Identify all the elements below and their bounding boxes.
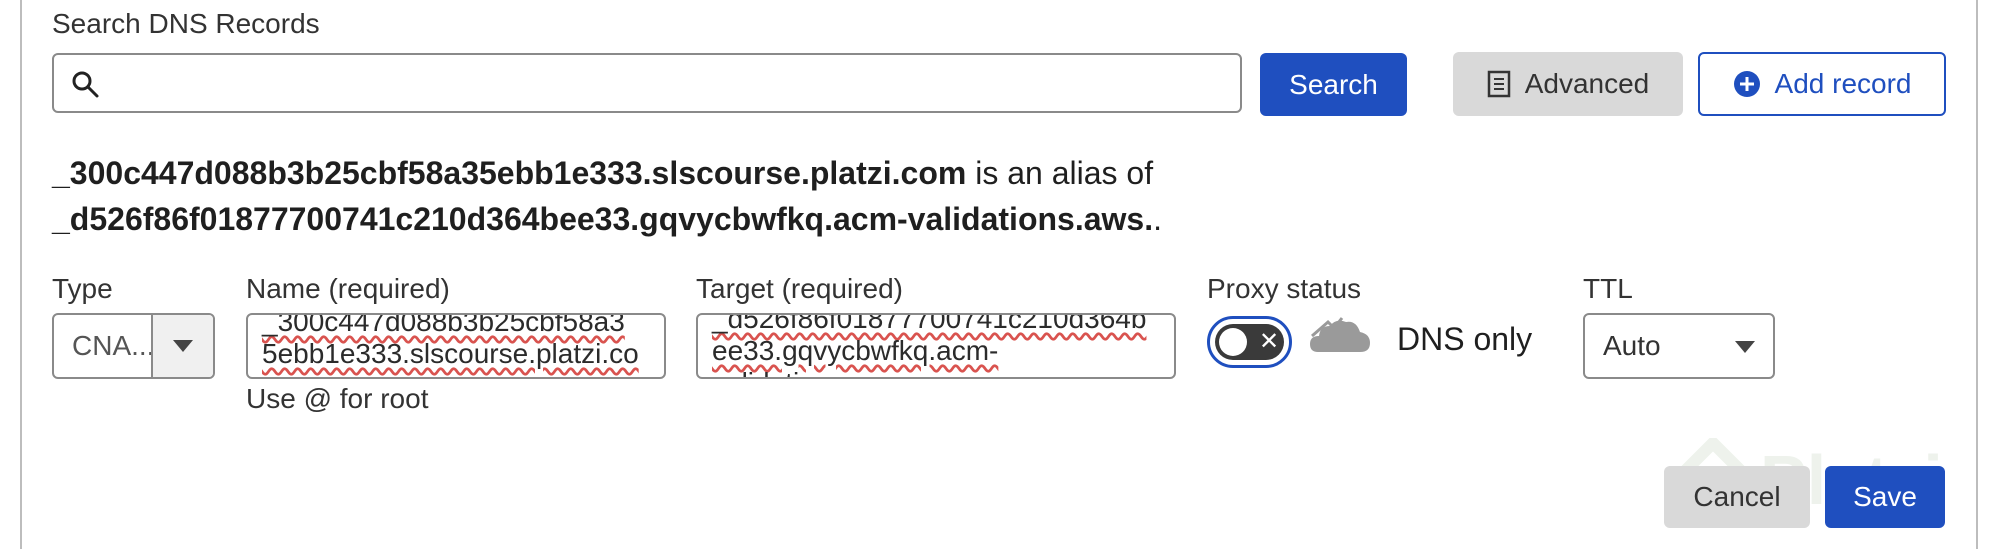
chevron-down-icon: [1735, 341, 1755, 353]
search-label: Search DNS Records: [52, 8, 320, 39]
name-input-line-1: _300c447d088b3b25cbf58a3: [262, 313, 625, 337]
type-dropdown-toggle[interactable]: [151, 315, 213, 377]
target-input-line-2: ee33.gqvycbwfkq.acm-: [712, 335, 999, 366]
search-input[interactable]: [118, 61, 1232, 107]
alias-summary: _300c447d088b3b25cbf58a35ebb1e333.slscou…: [52, 150, 1162, 242]
advanced-button[interactable]: Advanced: [1453, 52, 1683, 116]
chevron-down-icon: [173, 340, 193, 352]
alias-target: _d526f86f01877700741c210d364bee33.gqvycb…: [52, 201, 1154, 237]
type-value: CNA...: [72, 330, 155, 361]
cancel-button-label: Cancel: [1693, 481, 1781, 512]
alias-target-suffix: .: [1153, 201, 1162, 237]
type-select[interactable]: CNA...: [52, 313, 215, 379]
target-label: Target (required): [696, 273, 903, 304]
plus-circle-icon: [1733, 71, 1760, 97]
name-label: Name (required): [246, 273, 450, 304]
proxy-status-label: Proxy status: [1207, 273, 1362, 304]
search-icon: [72, 71, 99, 98]
close-icon: ✕: [1259, 328, 1280, 355]
target-input-line-3: validations.aws.: [712, 366, 910, 377]
ttl-label: TTL: [1583, 273, 1633, 304]
cloud-icon: [1310, 317, 1370, 352]
advanced-button-label: Advanced: [1524, 68, 1650, 99]
panel-right-border: [1976, 0, 1978, 549]
toggle-knob: [1219, 328, 1247, 356]
proxy-status-text: DNS only: [1397, 321, 1533, 357]
panel-left-border: [20, 0, 22, 549]
proxy-toggle-focus-ring[interactable]: ✕: [1207, 316, 1292, 368]
name-input-line-2: 5ebb1e333.slscourse.platzi.co: [262, 338, 639, 369]
search-button[interactable]: Search: [1260, 53, 1407, 116]
proxy-toggle[interactable]: ✕: [1215, 324, 1284, 360]
target-input[interactable]: _d526f86f01877700741c210d364b ee33.gqvyc…: [696, 313, 1176, 379]
name-hint: Use @ for root: [246, 383, 429, 414]
document-icon: [1487, 70, 1510, 98]
type-label: Type: [52, 273, 113, 304]
save-button[interactable]: Save: [1825, 466, 1945, 528]
ttl-value: Auto: [1603, 330, 1661, 361]
ttl-select[interactable]: Auto: [1583, 313, 1775, 379]
save-button-label: Save: [1853, 481, 1917, 512]
name-input[interactable]: _300c447d088b3b25cbf58a3 5ebb1e333.slsco…: [246, 313, 666, 379]
add-record-button-label: Add record: [1774, 68, 1912, 99]
alias-source: _300c447d088b3b25cbf58a35ebb1e333.slscou…: [52, 155, 967, 191]
add-record-button[interactable]: Add record: [1698, 52, 1946, 116]
search-box[interactable]: [52, 53, 1242, 113]
search-button-label: Search: [1289, 68, 1378, 100]
alias-connector: is an alias of: [966, 155, 1154, 191]
target-input-line-1: _d526f86f01877700741c210d364b: [712, 313, 1147, 334]
cancel-button[interactable]: Cancel: [1664, 466, 1810, 528]
